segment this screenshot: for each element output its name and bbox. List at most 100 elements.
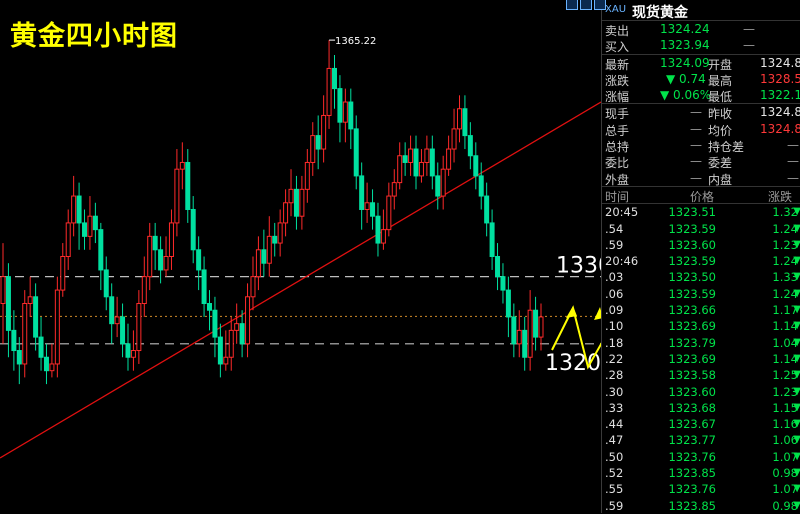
- tick-price: 1323.59: [668, 254, 716, 269]
- candle-body: [87, 215, 93, 237]
- quote-value: —: [690, 170, 702, 185]
- tick-row: .47 1323.77 1.06 ▼: [602, 432, 800, 448]
- quote-row: 最新1324.09开盘1324.83: [602, 55, 800, 72]
- candle-body: [321, 114, 327, 150]
- symbol-code: XAU: [605, 4, 627, 15]
- quote-value: —: [743, 38, 755, 53]
- down-arrow-icon: ▼: [793, 401, 800, 413]
- candle-body: [201, 269, 207, 305]
- candle-body: [304, 161, 310, 190]
- chart-title: 黄金四小时图: [10, 21, 178, 52]
- candle-body: [456, 108, 462, 130]
- candle-body: [261, 249, 267, 264]
- candle-body: [283, 202, 289, 224]
- down-arrow-icon: ▼: [793, 418, 800, 430]
- down-arrow-icon: ▼: [793, 385, 800, 397]
- candle-body: [440, 168, 446, 197]
- quote-value: 1328.56: [760, 71, 800, 86]
- candle-body: [92, 215, 98, 231]
- tick-row: .55 1323.76 1.07 ▼: [602, 481, 800, 497]
- candle-body: [196, 249, 202, 271]
- tick-row: .50 1323.76 1.07 ▼: [602, 449, 800, 465]
- arrow-head-icon: [594, 307, 601, 320]
- arrow-head-icon: [566, 306, 577, 318]
- tick-price: 1323.59: [668, 221, 716, 236]
- quote-value: ▼ 0.06%: [660, 88, 712, 103]
- tick-time: .59: [605, 498, 624, 513]
- quote-header: XAU 现货黄金: [566, 0, 800, 21]
- tick-time: .10: [605, 319, 624, 334]
- tick-row: .10 1323.69 1.14 ▼: [602, 318, 800, 334]
- tick-row: .09 1323.66 1.17 ▼: [602, 302, 800, 318]
- trend-line: [0, 101, 601, 459]
- maximize-icon[interactable]: [580, 0, 592, 10]
- tick-row: .59 1323.60 1.23 ▼: [602, 237, 800, 253]
- quote-value: 1323.94: [660, 38, 710, 53]
- window-buttons[interactable]: [566, 0, 606, 10]
- tick-time: 20:46: [605, 254, 639, 269]
- quote-value: —: [787, 138, 799, 153]
- down-arrow-icon: ▼: [793, 238, 800, 250]
- candle-body: [408, 148, 414, 163]
- candle-body: [467, 135, 473, 157]
- candle-body: [446, 148, 452, 170]
- candle-body: [397, 155, 403, 184]
- tick-price: 1323.77: [668, 433, 716, 448]
- quote-value: —: [690, 105, 702, 120]
- quote-value: —: [690, 138, 702, 153]
- down-arrow-icon: ▼: [793, 450, 800, 462]
- candlestick-chart: 1365.22 1330 1320 黄金四小时图: [0, 0, 601, 513]
- tick-row: .52 1323.85 0.98 ▼: [602, 465, 800, 481]
- tick-time: .47: [605, 433, 624, 448]
- quote-row: 买入 1323.94 —: [602, 37, 800, 55]
- tick-row: 20:46 1323.59 1.24 ▼: [602, 253, 800, 269]
- candle-body: [239, 323, 245, 345]
- tick-time: .55: [605, 482, 624, 497]
- candle-body: [429, 148, 435, 177]
- candle-body: [0, 276, 6, 305]
- tick-row: .33 1323.68 1.15 ▼: [602, 400, 800, 416]
- tick-price: 1323.51: [668, 205, 716, 220]
- candle-body: [33, 296, 39, 338]
- candle-body: [223, 356, 229, 365]
- ticks-header: 时间 价格 涨跌: [602, 187, 800, 205]
- candle-body: [516, 329, 522, 345]
- quote-value: —: [787, 154, 799, 169]
- restore-icon[interactable]: [566, 0, 578, 10]
- tick-row: .22 1323.69 1.14 ▼: [602, 351, 800, 367]
- down-arrow-icon: ▼: [793, 369, 800, 381]
- quote-value: 1324.83: [760, 105, 800, 120]
- quote-value: —: [787, 170, 799, 185]
- quote-label: 内盘: [708, 172, 733, 187]
- candle-body: [370, 202, 376, 217]
- tick-time: .18: [605, 335, 624, 350]
- quote-value: 1324.84: [760, 121, 800, 136]
- candle-body: [125, 343, 131, 358]
- candle-body: [152, 235, 158, 251]
- quote-label: 外盘: [605, 172, 630, 187]
- candle-body: [168, 222, 174, 257]
- quote-row: 卖出 1324.24—: [602, 21, 800, 38]
- down-arrow-icon: ▼: [793, 336, 800, 348]
- ticks-header-price: 价格: [690, 189, 715, 204]
- candle-body: [272, 235, 278, 244]
- tick-time: .28: [605, 368, 624, 383]
- candle-body: [478, 175, 484, 197]
- candle-body: [190, 208, 196, 251]
- quote-row: 现手—昨收1324.83: [602, 104, 800, 121]
- tick-price: 1323.69: [668, 319, 716, 334]
- tick-price: 1323.79: [668, 335, 716, 350]
- candle-body: [500, 276, 506, 291]
- candle-body: [120, 316, 126, 345]
- quote-value: —: [690, 154, 702, 169]
- candle-body: [538, 316, 544, 338]
- candle-body: [522, 329, 528, 358]
- candle-body: [179, 161, 185, 170]
- quote-value: 1324.83: [760, 55, 800, 70]
- quote-value: 1322.11: [760, 88, 800, 103]
- tick-time: .59: [605, 237, 624, 252]
- candle-body: [359, 175, 365, 210]
- tick-price: 1323.85: [668, 466, 716, 481]
- chart-canvas: 1365.22 1330 1320: [0, 36, 601, 459]
- tick-time: .54: [605, 221, 624, 236]
